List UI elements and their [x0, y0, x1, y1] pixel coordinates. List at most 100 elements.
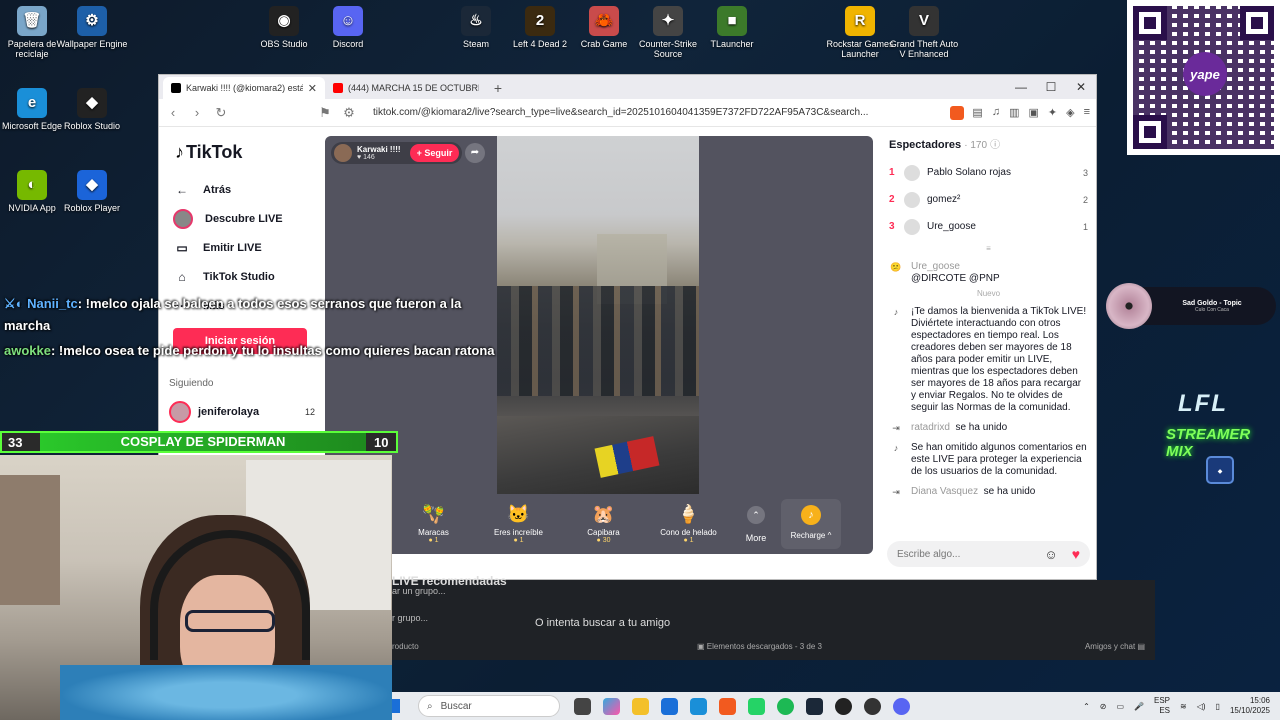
chat-user[interactable]: ratadrixd: [911, 422, 950, 433]
nav-go-live[interactable]: ▭ Emitir LIVE: [169, 233, 315, 262]
wifi-icon[interactable]: ≋: [1180, 702, 1187, 711]
site-info-icon[interactable]: ⚙: [341, 105, 357, 121]
chat-user[interactable]: Diana Vasquez: [911, 486, 978, 497]
bookmark-icon[interactable]: ⚑: [317, 105, 333, 121]
viewer-name: gomez²: [927, 194, 961, 205]
start-button[interactable]: [392, 699, 400, 713]
desktop-icon-grand-theft-auto-v-enhanced[interactable]: V Grand Theft Auto V Enhanced: [887, 6, 961, 59]
live-video[interactable]: [497, 136, 699, 494]
desktop-icon-wallpaper-engine[interactable]: ⚙ Wallpaper Engine: [55, 6, 129, 49]
maximize-button[interactable]: ☐: [1036, 75, 1066, 99]
chat-user[interactable]: Ure_goose: [911, 261, 1000, 273]
desktop-icon-counter-strike-source[interactable]: ✦ Counter-Strike Source: [631, 6, 705, 59]
gift-item[interactable]: 🐱 Eres increíble ● 1: [476, 504, 561, 544]
tab-tiktok[interactable]: Karwaki !!!! (@kiomara2) está en ✕: [163, 77, 325, 99]
host-info[interactable]: Karwaki !!!! ♥ 146 + Seguir: [331, 142, 463, 164]
nav-back[interactable]: ← Atrás: [169, 175, 315, 204]
goal-target: 10: [374, 434, 389, 450]
reader-icon[interactable]: ▤: [972, 106, 982, 119]
gift-price: ● 30: [561, 537, 646, 544]
mic-icon[interactable]: 🎤: [1134, 702, 1144, 711]
desktop-icon-discord[interactable]: ☺ Discord: [311, 6, 385, 49]
search-icon: ⌕: [427, 700, 433, 712]
language-indicator[interactable]: ESP ES: [1154, 696, 1170, 716]
viewer-rank-row[interactable]: 1 Pablo Solano rojas 3: [889, 159, 1088, 186]
minimize-button[interactable]: —: [1006, 75, 1036, 99]
edge-icon[interactable]: [690, 697, 707, 715]
desktop-icon-label: Rockstar Games Launcher: [826, 39, 894, 59]
chevron-up-icon[interactable]: ⌃: [1083, 702, 1090, 711]
menu-icon[interactable]: ≡: [1084, 106, 1090, 119]
nav-discover-live[interactable]: Descubre LIVE: [169, 204, 315, 233]
share-icon[interactable]: ➦: [465, 143, 485, 163]
tab-youtube[interactable]: (444) MARCHA 15 DE OCTUBRE - Yo: [325, 77, 487, 99]
app-icon: V: [909, 6, 939, 36]
brave-shield-icon[interactable]: [950, 105, 965, 120]
tiktok-logo[interactable]: ♪ TikTok: [175, 142, 315, 163]
recharge-button[interactable]: ♪ Recharge ^: [781, 499, 841, 549]
forward-button[interactable]: ›: [189, 105, 205, 120]
close-tab-icon[interactable]: ✕: [308, 82, 317, 95]
discord-icon[interactable]: [893, 697, 910, 715]
url-field[interactable]: tiktok.com/@kiomara2/live?search_type=li…: [365, 102, 942, 124]
app-icon: ◆: [77, 170, 107, 200]
desktop-icon-rockstar-games-launcher[interactable]: R Rockstar Games Launcher: [823, 6, 897, 59]
sidebar-icon[interactable]: ▥: [1009, 106, 1019, 119]
store-icon[interactable]: [661, 697, 678, 715]
vpn-icon[interactable]: ◈: [1066, 106, 1074, 119]
back-button[interactable]: ‹: [165, 105, 181, 120]
chat-input[interactable]: Escribe algo... ☺ ♥: [887, 541, 1090, 567]
gift-item[interactable]: 🪇 Maracas ● 1: [391, 504, 476, 544]
desktop-icon-crab-game[interactable]: 🦀 Crab Game: [567, 6, 641, 49]
desktop-icon-steam[interactable]: ♨ Steam: [439, 6, 513, 49]
gift-item[interactable]: 🍦 Cono de helado ● 1: [646, 504, 731, 544]
clock[interactable]: 15:06 15/10/2025: [1230, 696, 1270, 716]
desktop-icon-label: Counter-Strike Source: [638, 39, 698, 59]
app-icon[interactable]: [864, 697, 881, 715]
taskbar-search[interactable]: ⌕ Buscar: [418, 695, 560, 717]
new-tab-button[interactable]: +: [487, 80, 509, 96]
whatsapp-icon[interactable]: [748, 697, 765, 715]
taskbar: ⌕ Buscar ⌃ ⊘ ▭ 🎤 ESP ES ≋ ◁) ▯ 15:06 15/…: [392, 692, 1280, 720]
more-gifts-button[interactable]: ⌃ More: [731, 505, 781, 543]
copilot-icon[interactable]: [603, 697, 620, 715]
volume-icon[interactable]: ◁): [1197, 702, 1206, 711]
viewer-rank-row[interactable]: 3 Ure_goose 1: [889, 213, 1088, 240]
obs-icon[interactable]: [835, 697, 852, 715]
steam-icon[interactable]: [806, 697, 823, 715]
viewer-rank-row[interactable]: 2 gomez² 2: [889, 186, 1088, 213]
desktop-icon-roblox-player[interactable]: ◆ Roblox Player: [55, 170, 129, 213]
join-group-text[interactable]: r grupo...: [392, 613, 428, 623]
tiktok-icon: ♪: [893, 307, 899, 317]
new-divider: Nuevo: [976, 289, 1001, 298]
heart-icon[interactable]: ♥: [1072, 546, 1080, 562]
close-window-button[interactable]: ✕: [1066, 75, 1096, 99]
info-icon[interactable]: ⓘ: [990, 140, 1000, 151]
wallet-icon[interactable]: ▣: [1028, 106, 1038, 119]
desktop-icon-left-4-dead-2[interactable]: 2 Left 4 Dead 2: [503, 6, 577, 49]
battery-icon[interactable]: ▯: [1216, 702, 1220, 711]
brave-icon[interactable]: [719, 697, 736, 715]
goal-bar: 33 COSPLAY DE SPIDERMAN 10: [0, 431, 398, 453]
friends-chat[interactable]: Amigos y chat ▤: [1085, 642, 1145, 651]
media-icon[interactable]: ♫: [992, 106, 1000, 119]
task-view-icon[interactable]: [574, 697, 591, 715]
follow-button[interactable]: + Seguir: [409, 144, 460, 162]
desktop-icon-label: Steam: [462, 39, 489, 49]
gift-item[interactable]: 🐹 Capibara ● 30: [561, 504, 646, 544]
leo-icon[interactable]: ✦: [1048, 106, 1057, 119]
emoji-icon[interactable]: ☺: [1044, 547, 1057, 562]
nav-tiktok-studio[interactable]: ⌂ TikTok Studio: [169, 262, 315, 291]
team-badge-icon: ◆: [1206, 456, 1234, 484]
downloads-status[interactable]: ▣ Elementos descargados - 3 de 3: [697, 642, 822, 651]
desktop-icon-tlauncher[interactable]: ■ TLauncher: [695, 6, 769, 49]
desktop-icon-obs-studio[interactable]: ◉ OBS Studio: [247, 6, 321, 49]
reload-button[interactable]: ↻: [213, 105, 229, 121]
desktop-icon-roblox-studio[interactable]: ◆ Roblox Studio: [55, 88, 129, 131]
spotify-icon[interactable]: [777, 697, 794, 715]
display-icon[interactable]: ▭: [1116, 702, 1124, 711]
following-item[interactable]: jeniferolaya 12: [169, 401, 315, 423]
join-group-text[interactable]: ar un grupo...: [392, 586, 446, 596]
file-explorer-icon[interactable]: [632, 697, 649, 715]
network-icon[interactable]: ⊘: [1100, 702, 1107, 711]
